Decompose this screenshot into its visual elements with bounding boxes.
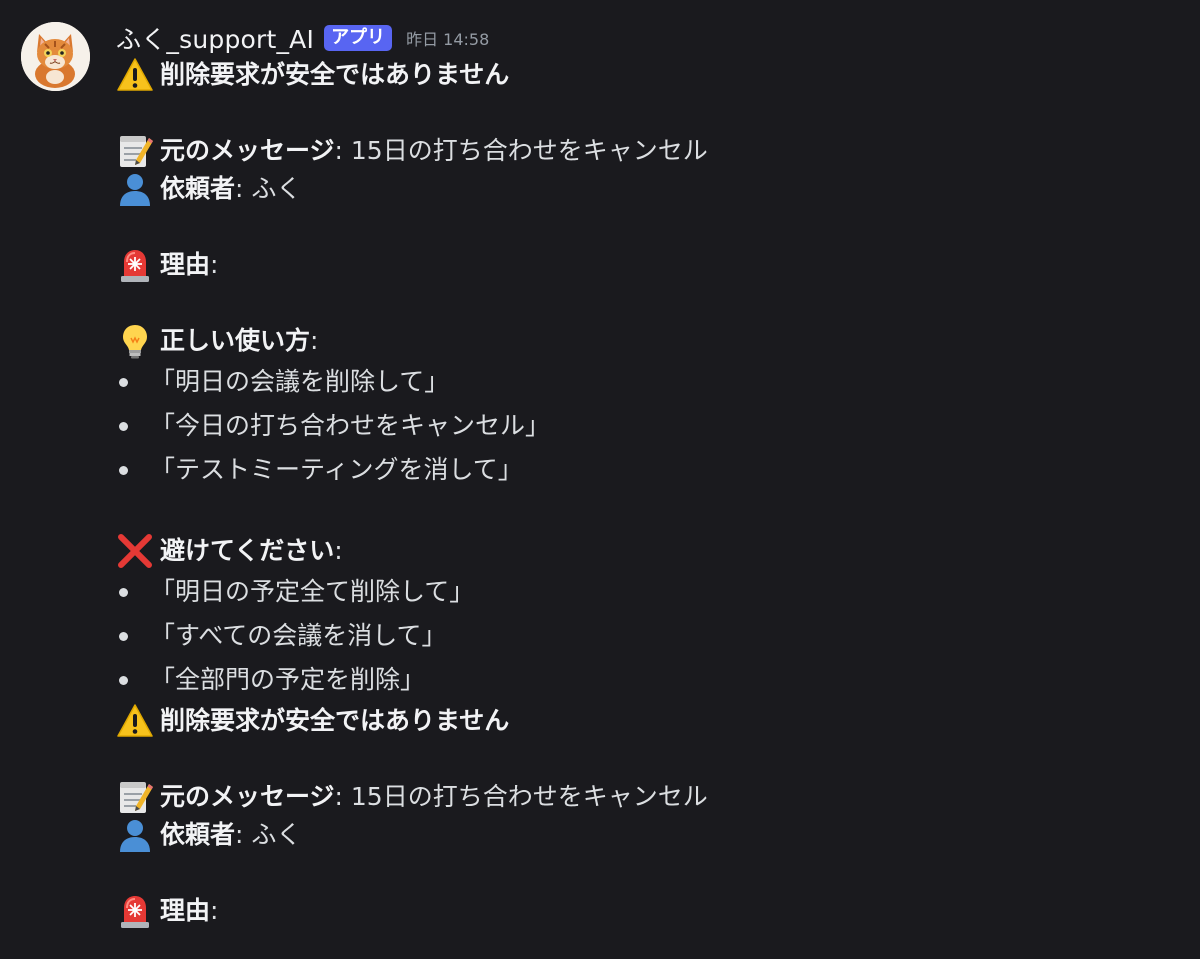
- requester-line: 依頼者 : ふく: [116, 816, 1176, 854]
- original-message-label: 元のメッセージ: [160, 782, 335, 811]
- example-text: 「明日の予定全て削除して」: [150, 577, 475, 606]
- message-header: ふく_support_AI アプリ 昨日 14:58: [116, 20, 1176, 56]
- requester-label: 依頼者: [160, 820, 236, 849]
- avoid-examples-list: 「明日の予定全て削除して」 「すべての会議を消して」 「全部門の予定を削除」: [116, 570, 1176, 702]
- example-text: 「全部門の予定を削除」: [150, 665, 426, 694]
- memo-icon: [116, 132, 154, 170]
- timestamp[interactable]: 昨日 14:58: [406, 26, 489, 50]
- username[interactable]: ふく_support_AI: [116, 20, 314, 56]
- list-item: 「明日の会議を削除して」: [116, 360, 1176, 404]
- bullet-icon: [119, 421, 128, 431]
- requester-value: : ふく: [235, 820, 302, 849]
- list-item: 「明日の予定全て削除して」: [116, 570, 1176, 614]
- avoid-label: 避けてください: [160, 536, 335, 565]
- person-icon: [116, 170, 154, 208]
- reason-value: :: [210, 250, 219, 279]
- person-icon: [116, 816, 154, 854]
- reason-label: 理由: [160, 896, 211, 925]
- cat-avatar-icon[interactable]: [21, 22, 90, 91]
- list-item: 「すべての会議を消して」: [116, 614, 1176, 658]
- correct-usage-line: 正しい使い方 :: [116, 322, 1176, 360]
- bullet-icon: [119, 465, 128, 475]
- bullet-icon: [119, 587, 128, 597]
- list-item: 「全部門の予定を削除」: [116, 658, 1176, 702]
- app-badge: アプリ: [324, 25, 393, 51]
- original-message-label: 元のメッセージ: [160, 136, 335, 165]
- requester-value: : ふく: [235, 174, 302, 203]
- avoid-line: 避けてください :: [116, 532, 1176, 570]
- siren-icon: [116, 892, 154, 930]
- warning-title: 削除要求が安全ではありません: [160, 706, 510, 735]
- example-text: 「明日の会議を削除して」: [150, 367, 450, 396]
- warning-icon: [116, 56, 154, 94]
- correct-usage-colon: :: [310, 326, 319, 355]
- original-message-value: : 15日の打ち合わせをキャンセル: [334, 782, 708, 811]
- siren-icon: [116, 246, 154, 284]
- bullet-icon: [119, 377, 128, 387]
- bullet-icon: [119, 675, 128, 685]
- requester-line: 依頼者 : ふく: [116, 170, 1176, 208]
- original-message-value: : 15日の打ち合わせをキャンセル: [334, 136, 708, 165]
- warning-title-line: 削除要求が安全ではありません: [116, 702, 1176, 740]
- list-item: 「テストミーティングを消して」: [116, 448, 1176, 492]
- chat-message: ふく_support_AI アプリ 昨日 14:58 削除要求が安全ではありませ…: [0, 0, 1200, 959]
- reason-line: 理由 :: [116, 892, 1176, 930]
- original-message-line: 元のメッセージ : 15日の打ち合わせをキャンセル: [116, 132, 1176, 170]
- example-text: 「今日の打ち合わせをキャンセル」: [150, 411, 551, 440]
- example-text: 「すべての会議を消して」: [150, 621, 447, 650]
- warning-icon: [116, 702, 154, 740]
- lightbulb-icon: [116, 322, 154, 360]
- warning-title-line: 削除要求が安全ではありません: [116, 56, 1176, 94]
- avoid-colon: :: [334, 536, 343, 565]
- correct-examples-list: 「明日の会議を削除して」 「今日の打ち合わせをキャンセル」 「テストミーティング…: [116, 360, 1176, 492]
- correct-usage-label: 正しい使い方: [160, 326, 311, 355]
- cross-mark-icon: [116, 532, 154, 570]
- memo-icon: [116, 778, 154, 816]
- reason-value: :: [210, 896, 219, 925]
- requester-label: 依頼者: [160, 174, 236, 203]
- bullet-icon: [119, 631, 128, 641]
- original-message-line: 元のメッセージ : 15日の打ち合わせをキャンセル: [116, 778, 1176, 816]
- reason-line: 理由 :: [116, 246, 1176, 284]
- list-item: 「今日の打ち合わせをキャンセル」: [116, 404, 1176, 448]
- example-text: 「テストミーティングを消して」: [150, 455, 523, 484]
- message-block: 削除要求が安全ではありません 元のメッセージ : 15日の打ち合わせをキャンセル…: [116, 56, 1176, 702]
- message-block: 削除要求が安全ではありません 元のメッセージ : 15日の打ち合わせをキャンセル…: [116, 702, 1176, 930]
- reason-label: 理由: [160, 250, 211, 279]
- warning-title: 削除要求が安全ではありません: [160, 60, 510, 89]
- message-content: ふく_support_AI アプリ 昨日 14:58 削除要求が安全ではありませ…: [116, 20, 1176, 930]
